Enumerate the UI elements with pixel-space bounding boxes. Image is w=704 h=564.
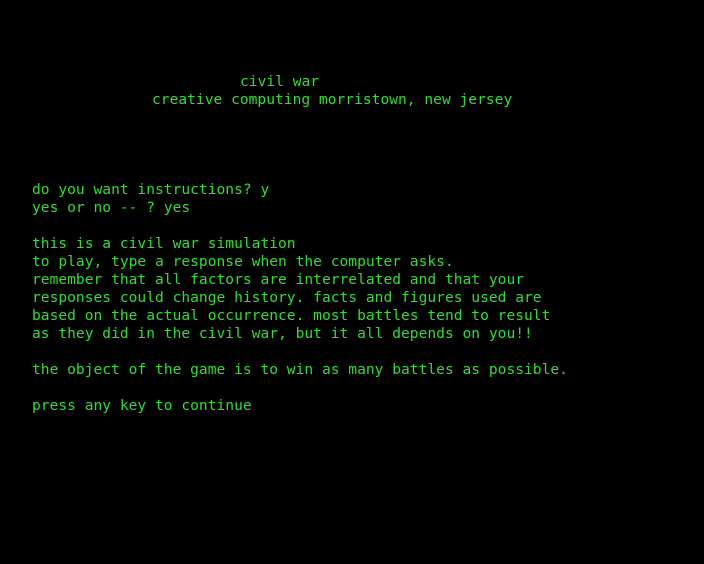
yes-no-prompt: yes or no -- ? yes — [32, 199, 191, 216]
instruction-line: based on the actual occurrence. most bat… — [32, 307, 551, 324]
game-title: civil war — [240, 73, 320, 90]
instruction-line: this is a civil war simulation — [32, 235, 296, 252]
terminal-screen[interactable]: civil war creative computing morristown,… — [0, 0, 704, 564]
instruction-line: responses could change history. facts an… — [32, 289, 542, 306]
instruction-line: remember that all factors are interrelat… — [32, 271, 525, 288]
instructions-prompt: do you want instructions? y — [32, 181, 270, 198]
instruction-line: as they did in the civil war, but it all… — [32, 325, 533, 342]
objective-line: the object of the game is to win as many… — [32, 361, 568, 378]
game-subtitle: creative computing morristown, new jerse… — [152, 91, 513, 108]
continue-prompt[interactable]: press any key to continue — [32, 397, 252, 415]
instruction-line: to play, type a response when the comput… — [32, 253, 454, 270]
